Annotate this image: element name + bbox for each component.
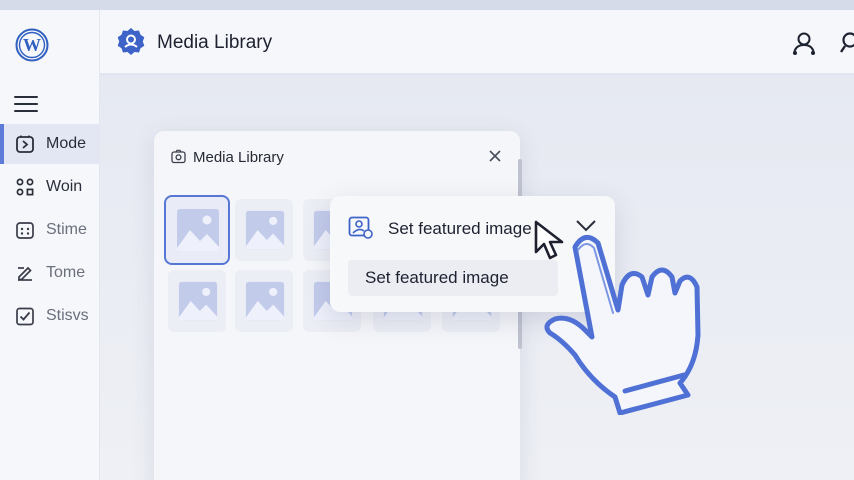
sidebar-item-label: Stisvs [46, 307, 89, 324]
image-placeholder-icon [245, 210, 285, 250]
close-icon[interactable] [487, 148, 503, 164]
sidebar-item-label: Tome [46, 264, 86, 281]
dropdown-option-set-featured-image[interactable]: Set featured image [348, 260, 558, 296]
featured-image-icon [348, 216, 373, 239]
sidebar-item-label: Woin [46, 178, 83, 195]
hand-pointer-icon [544, 234, 701, 415]
edit-pencil-icon [14, 262, 36, 284]
sidebar-item-stisvs[interactable]: Stisvs [0, 296, 99, 336]
sidebar-item-stime[interactable]: Stime [0, 210, 99, 250]
menu-hamburger-icon[interactable] [14, 96, 38, 114]
top-header: Media Library [100, 10, 854, 74]
sidebar-item-label: Stime [46, 221, 87, 238]
sidebar-item-mode[interactable]: Mode [0, 124, 99, 164]
calendar-dots-icon [14, 219, 36, 241]
sidebar-item-label: Mode [46, 135, 87, 152]
camera-icon [171, 149, 186, 164]
modal-title: Media Library [193, 149, 284, 166]
image-placeholder-icon [177, 209, 219, 251]
page-title: Media Library [157, 32, 273, 53]
svg-text:W: W [23, 35, 41, 55]
sidebar-item-tome[interactable]: Tome [0, 253, 99, 293]
sidebar-item-woin[interactable]: Woin [0, 167, 99, 207]
play-square-icon [14, 133, 36, 155]
search-icon[interactable] [838, 30, 854, 56]
media-thumbnail[interactable] [235, 270, 293, 332]
dropdown-selected-label: Set featured image [388, 219, 532, 238]
media-library-badge-icon [117, 28, 145, 55]
wordpress-logo-icon[interactable]: W [15, 28, 49, 62]
image-placeholder-icon [178, 281, 218, 321]
nodes-icon [14, 176, 36, 198]
checkbox-icon [14, 305, 36, 327]
user-profile-icon[interactable] [791, 30, 817, 56]
image-placeholder-icon [245, 281, 285, 321]
window-top-strip [0, 0, 854, 10]
media-thumbnail[interactable] [235, 199, 293, 261]
media-thumbnail-selected[interactable] [164, 195, 230, 265]
media-thumbnail[interactable] [168, 270, 226, 332]
sidebar: W Mode Woin Stime Tome Stisvs [0, 10, 100, 480]
